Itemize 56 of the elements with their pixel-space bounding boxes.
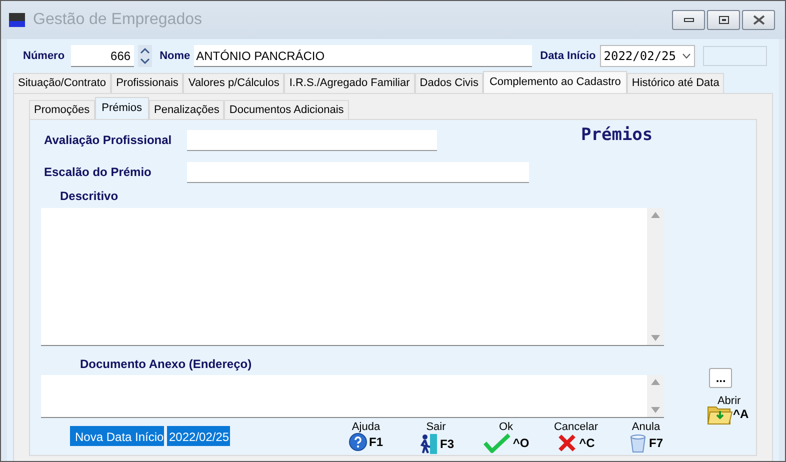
exit-button[interactable]: Sair F3: [410, 421, 462, 455]
close-icon: [752, 15, 764, 25]
app-logo-icon: [9, 13, 25, 27]
name-label: Nome: [160, 48, 190, 64]
scrollbar[interactable]: [647, 375, 664, 417]
tab[interactable]: Dados Civis: [414, 73, 484, 93]
tab[interactable]: I.R.S./Agregado Familiar: [284, 73, 415, 93]
window-title: Gestão de Empregados: [33, 10, 202, 30]
tab[interactable]: Documentos Adicionais: [224, 100, 349, 119]
tab[interactable]: Promoções: [29, 100, 95, 119]
number-field[interactable]: 666: [70, 45, 134, 67]
scroll-down-icon[interactable]: [651, 335, 660, 341]
name-field[interactable]: ANTÓNIO PANCRÁCIO: [194, 45, 532, 67]
scroll-up-icon[interactable]: [651, 212, 660, 218]
minimize-icon: [684, 18, 694, 22]
scroll-up-icon[interactable]: [651, 379, 660, 385]
field-label: Escalão do Prémio: [43, 164, 152, 181]
open-button[interactable]: Abrir ^A: [707, 396, 749, 425]
field-label: Avaliação Profissional: [43, 132, 173, 149]
browse-button[interactable]: ...: [709, 368, 732, 388]
start-date-dropdown[interactable]: 2022/02/25: [600, 45, 695, 67]
close-button[interactable]: [742, 10, 775, 30]
number-spinner[interactable]: [138, 45, 152, 67]
new-start-date-value: 2022/02/25: [167, 426, 230, 446]
chevron-down-icon: [682, 53, 691, 59]
cross-icon: [557, 433, 578, 453]
tab[interactable]: Prémios: [94, 97, 149, 119]
tab[interactable]: Histórico até Data: [626, 73, 724, 93]
tab[interactable]: Penalizações: [148, 100, 224, 119]
help-button[interactable]: Ajuda F1: [340, 421, 392, 455]
description-label: Descritivo: [60, 188, 120, 205]
tab[interactable]: Complemento ao Cadastro: [483, 71, 627, 93]
minimize-button[interactable]: [672, 10, 705, 30]
attachment-label: Documento Anexo (Endereço): [80, 356, 253, 373]
text-field[interactable]: [187, 162, 529, 182]
number-label: Número: [23, 48, 65, 64]
text-field[interactable]: [187, 130, 437, 150]
start-date-label: Data Início: [540, 48, 596, 64]
tab[interactable]: Situação/Contrato: [13, 73, 112, 93]
section-heading: Prémios: [581, 124, 653, 147]
maximize-button[interactable]: [707, 10, 740, 30]
tab[interactable]: Profissionais: [111, 73, 184, 93]
person-door-icon: [418, 433, 438, 455]
cancel-button[interactable]: Cancelar ^C: [550, 421, 602, 455]
blank-field[interactable]: [702, 46, 767, 66]
new-start-date-label: Nova Data Início: [70, 426, 164, 446]
scroll-down-icon[interactable]: [651, 407, 660, 413]
maximize-icon: [718, 16, 728, 24]
description-textarea[interactable]: [41, 208, 664, 346]
checkmark-icon: [482, 433, 511, 453]
scrollbar[interactable]: [647, 208, 664, 345]
ok-button[interactable]: Ok ^O: [480, 421, 532, 455]
undo-button[interactable]: Anula F7: [620, 421, 672, 455]
attachment-textarea[interactable]: [41, 375, 664, 418]
help-icon: [348, 433, 367, 451]
tab[interactable]: Valores p/Cálculos: [183, 73, 284, 93]
